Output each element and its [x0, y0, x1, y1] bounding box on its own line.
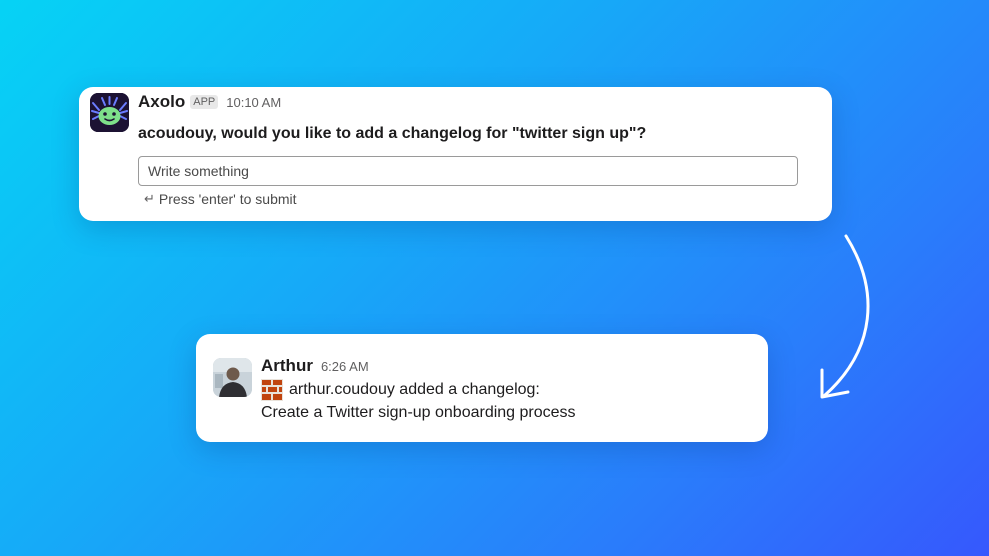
message-timestamp[interactable]: 10:10 AM: [226, 95, 281, 110]
axolo-message-header: Axolo APP 10:10 AM: [138, 92, 281, 112]
changelog-title: Create a Twitter sign-up onboarding proc…: [261, 404, 576, 421]
changelog-input[interactable]: [138, 156, 798, 186]
message-timestamp[interactable]: 6:26 AM: [321, 359, 369, 374]
sender-name[interactable]: Arthur: [261, 356, 313, 376]
axolo-message-card: Axolo APP 10:10 AM acoudouy, would you l…: [79, 87, 832, 221]
submit-hint-text: Press 'enter' to submit: [158, 191, 297, 207]
arthur-message-card: Arthur 6:26 AM arthur.coudouy added a ch…: [196, 334, 768, 442]
app-badge: APP: [190, 95, 219, 109]
return-key-icon: ↵: [144, 191, 155, 206]
axolo-avatar[interactable]: [90, 93, 129, 132]
user-photo-avatar[interactable]: [213, 358, 252, 397]
message-text: acoudouy, would you like to add a change…: [138, 125, 647, 142]
brick-icon: [261, 379, 283, 401]
axolotl-logo-icon: [90, 93, 129, 132]
user-photo-icon: [213, 358, 252, 397]
curved-down-arrow-icon: [820, 234, 870, 399]
changelog-announcement: arthur.coudouy added a changelog:: [261, 379, 540, 401]
sender-name[interactable]: Axolo: [138, 92, 185, 112]
changelog-announcement-text: arthur.coudouy added a changelog:: [289, 381, 540, 398]
arthur-message-header: Arthur 6:26 AM: [261, 356, 369, 376]
submit-hint: ↵ Press 'enter' to submit: [144, 191, 297, 207]
